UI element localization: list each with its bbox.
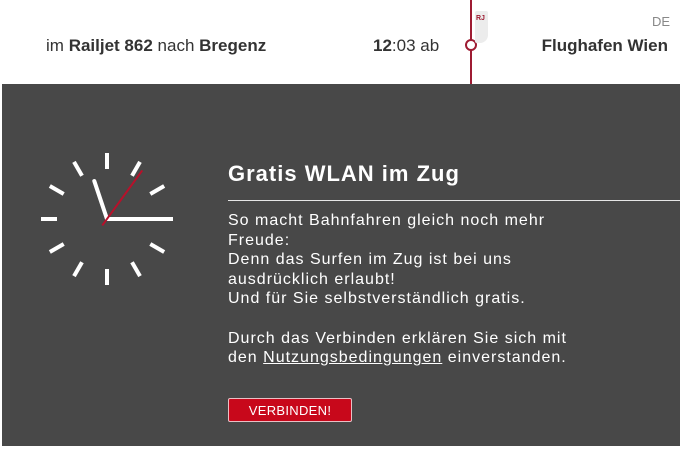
intro-line: Denn das Surfen im Zug ist bei uns	[228, 251, 512, 268]
clock-icon	[41, 153, 173, 285]
train-prefix: im	[46, 36, 64, 55]
terms-suffix: einverstanden.	[447, 349, 567, 366]
train-connector: nach	[157, 36, 195, 55]
intro-line: Freude:	[228, 231, 291, 249]
train-destination: Bregenz	[199, 36, 267, 55]
terms-link[interactable]: Nutzungsbedingungen	[263, 349, 442, 366]
clock-hour-hand	[92, 179, 109, 221]
title-divider	[228, 200, 680, 201]
connect-button[interactable]: VERBINDEN!	[228, 397, 352, 422]
railjet-badge: RJ	[475, 11, 488, 43]
departure-time: 12:03 ab	[373, 36, 439, 56]
terms-text: Durch das Verbinden erklären Sie sich mi…	[228, 329, 680, 368]
train-name: Railjet 862	[68, 36, 153, 55]
header-bar: im Railjet 862 nach Bregenz 12:03 ab RJ …	[0, 0, 682, 84]
language-switch[interactable]: DE	[652, 14, 670, 29]
intro-line: Und für Sie selbstverständlich gratis.	[228, 290, 526, 307]
terms-prefix: den	[228, 349, 258, 366]
departure-hour: 12	[373, 36, 392, 55]
clock-tick	[72, 261, 84, 278]
wlan-panel: Gratis WLAN im Zug So macht Bahnfahren g…	[2, 84, 680, 446]
train-info: im Railjet 862 nach Bregenz	[46, 36, 266, 56]
intro-text: So macht Bahnfahren gleich noch mehr Fre…	[228, 211, 680, 309]
clock-tick	[48, 242, 65, 254]
intro-line: So macht Bahnfahren gleich noch mehr	[228, 212, 546, 229]
clock-tick	[130, 261, 142, 278]
train-badge-label: RJ	[476, 15, 485, 22]
page-title: Gratis WLAN im Zug	[228, 161, 460, 186]
terms-line: Durch das Verbinden erklären Sie sich mi…	[228, 329, 567, 347]
clock-tick	[48, 184, 65, 196]
intro-line: ausdrücklich erlaubt!	[228, 270, 396, 288]
wlan-content: Gratis WLAN im Zug So macht Bahnfahren g…	[228, 160, 680, 422]
clock-tick	[149, 184, 166, 196]
departure-minutes: :03 ab	[391, 36, 440, 55]
current-station: Flughafen Wien	[541, 36, 668, 55]
clock-tick	[149, 242, 166, 254]
clock-tick	[72, 160, 84, 177]
terms-line-2: den Nutzungsbedingungen einverstanden.	[228, 348, 680, 368]
